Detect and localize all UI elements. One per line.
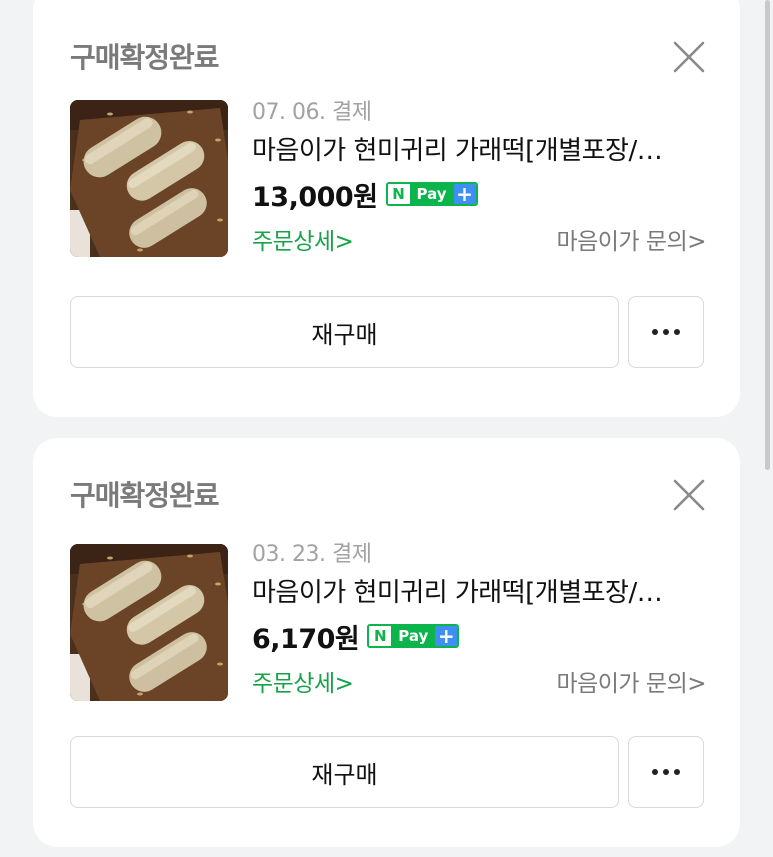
more-horizontal-icon — [652, 329, 680, 335]
close-icon[interactable] — [672, 40, 706, 74]
price-row: 13,000원 N Pay + — [252, 172, 706, 216]
close-icon[interactable] — [672, 478, 706, 512]
order-info: 03. 23. 결제 마음이가 현미귀리 가래떡[개별포장/… 6,170원 N… — [252, 538, 706, 702]
links-row: 주문상세> 마음이가 문의> — [252, 660, 706, 702]
order-status: 구매확정완료 — [70, 479, 220, 512]
plus-icon: + — [453, 184, 476, 204]
rice-cake-image — [70, 100, 228, 257]
more-options-button[interactable] — [628, 296, 704, 368]
rebuy-button[interactable]: 재구매 — [70, 736, 619, 808]
price: 6,170원 — [252, 623, 360, 655]
links-row: 주문상세> 마음이가 문의> — [252, 218, 706, 260]
naver-pay-plus-badge: N Pay + — [367, 624, 460, 648]
more-horizontal-icon — [652, 769, 680, 775]
product-name[interactable]: 마음이가 현미귀리 가래떡[개별포장/… — [252, 130, 706, 172]
order-detail-link[interactable]: 주문상세> — [252, 664, 354, 698]
seller-inquiry-link[interactable]: 마음이가 문의> — [556, 664, 706, 698]
naver-pay-plus-badge: N Pay + — [385, 182, 478, 206]
order-detail-link[interactable]: 주문상세> — [252, 222, 354, 256]
naver-n-icon: N — [387, 184, 410, 204]
plus-icon: + — [435, 626, 458, 646]
product-thumbnail[interactable] — [70, 100, 228, 257]
product-thumbnail[interactable] — [70, 544, 228, 701]
price: 13,000원 — [252, 181, 378, 213]
rice-cake-image — [70, 544, 228, 701]
product-name[interactable]: 마음이가 현미귀리 가래떡[개별포장/… — [252, 572, 706, 614]
pay-label: Pay — [391, 626, 436, 646]
order-status: 구매확정완료 — [70, 41, 220, 74]
seller-inquiry-link[interactable]: 마음이가 문의> — [556, 222, 706, 256]
scrollbar[interactable] — [765, 0, 770, 470]
naver-n-icon: N — [369, 626, 392, 646]
order-info: 07. 06. 결제 마음이가 현미귀리 가래떡[개별포장/… 13,000원 … — [252, 96, 706, 260]
rebuy-button[interactable]: 재구매 — [70, 296, 619, 368]
payment-date: 03. 23. 결제 — [252, 542, 372, 567]
order-card: 구매확정완료 — [33, 438, 740, 847]
payment-date: 07. 06. 결제 — [252, 100, 372, 125]
pay-label: Pay — [409, 184, 454, 204]
more-options-button[interactable] — [628, 736, 704, 808]
price-row: 6,170원 N Pay + — [252, 614, 706, 658]
order-card: 구매확정완료 — [33, 0, 740, 417]
